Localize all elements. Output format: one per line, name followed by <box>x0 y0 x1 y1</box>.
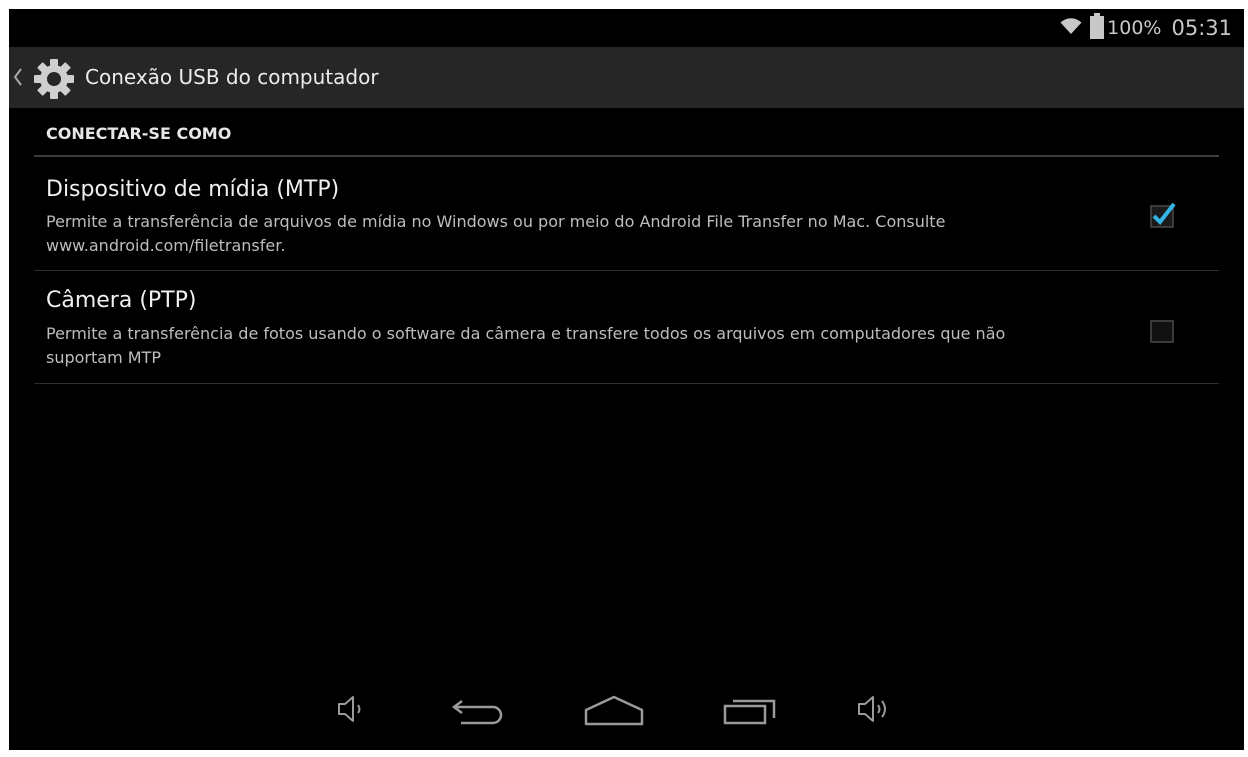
option-summary: Permite a transferência de fotos usando … <box>46 324 1006 367</box>
section-divider <box>34 155 1219 157</box>
navigation-bar <box>9 677 1244 750</box>
page-title[interactable]: Conexão USB do computador <box>85 64 379 90</box>
back-icon[interactable] <box>449 691 509 731</box>
section-header: CONECTAR-SE COMO <box>46 124 232 143</box>
status-indicators: 100% 05:31 <box>1060 13 1232 43</box>
settings-gear-icon[interactable] <box>31 56 77 106</box>
ptp-checkbox-unchecked[interactable] <box>1150 317 1174 343</box>
option-summary: Permite a transferência de arquivos de m… <box>46 212 946 255</box>
up-caret-icon[interactable] <box>12 65 24 93</box>
home-icon[interactable] <box>583 691 645 731</box>
option-title: Dispositivo de mídia (MTP) <box>46 177 340 202</box>
volume-up-icon[interactable] <box>854 691 894 731</box>
wifi-icon <box>1060 17 1082 39</box>
device-screen: 100% 05:31 Conexão USB do computador CON… <box>9 9 1244 750</box>
mtp-checkbox-checked[interactable] <box>1150 202 1176 228</box>
option-ptp[interactable]: Câmera (PTP) Permite a transferência de … <box>34 271 1219 384</box>
option-title: Câmera (PTP) <box>46 288 197 313</box>
recent-apps-icon[interactable] <box>721 691 781 731</box>
battery-icon <box>1090 13 1105 43</box>
status-bar: 100% 05:31 <box>9 9 1244 47</box>
clock: 05:31 <box>1171 16 1232 40</box>
volume-down-icon[interactable] <box>334 691 370 731</box>
row-divider <box>34 383 1219 384</box>
option-mtp[interactable]: Dispositivo de mídia (MTP) Permite a tra… <box>34 158 1219 271</box>
battery-percentage: 100% <box>1107 17 1162 39</box>
action-bar: Conexão USB do computador <box>9 47 1244 108</box>
